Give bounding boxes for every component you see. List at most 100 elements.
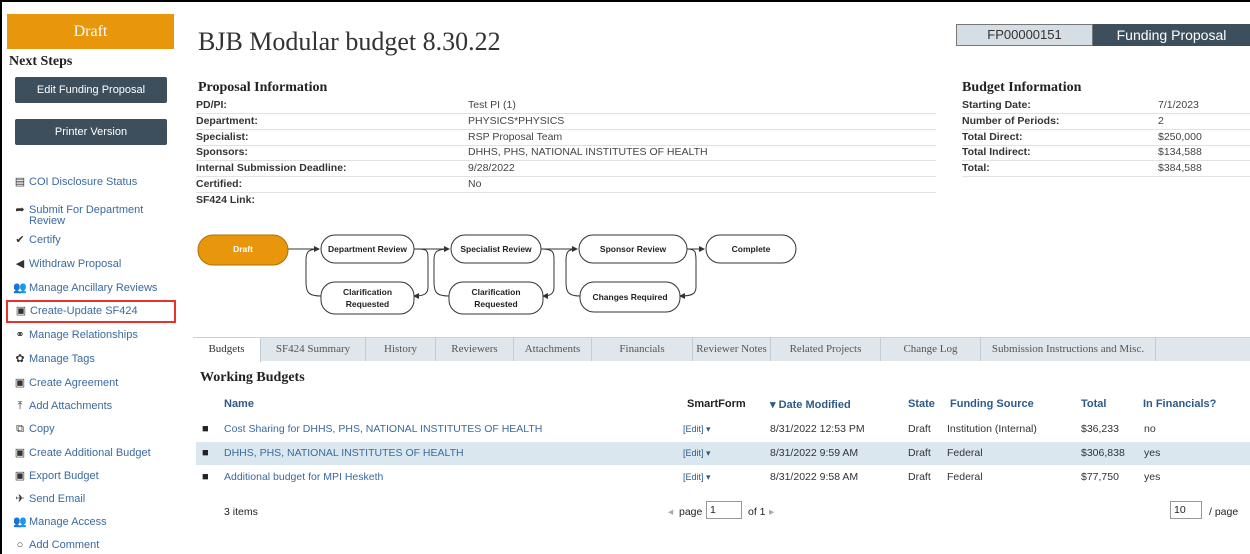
action-label: Add Attachments (29, 400, 113, 412)
action-label: Create Agreement (29, 377, 119, 389)
table-row: ■ DHHS, PHS, NATIONAL INSTITUTES OF HEALT… (196, 442, 1250, 465)
action-manage-tags[interactable]: ✿ Manage Tags (7, 354, 169, 365)
action-label: Submit For Department Review (29, 204, 144, 227)
action-label: Copy (29, 423, 55, 435)
tab-related-projects[interactable]: Related Projects (771, 338, 881, 361)
info-row: Starting Date: 7/1/2023 (962, 98, 1250, 114)
info-row: Certified: No (196, 177, 936, 193)
action-label: Create-Update SF424 (30, 305, 138, 317)
col-state[interactable]: State (908, 398, 935, 410)
action-add-comment[interactable]: ○ Add Comment (7, 540, 169, 551)
action-label: Manage Ancillary Reviews (29, 282, 158, 294)
tab-change-log[interactable]: Change Log (881, 338, 981, 361)
smartform-edit-dropdown[interactable]: [Edit] ▾ (683, 418, 711, 441)
folder-icon: ■ (202, 471, 209, 483)
info-row: Number of Periods: 2 (962, 114, 1250, 130)
tab-reviewer-notes[interactable]: Reviewer Notes (693, 338, 771, 361)
tab-financials[interactable]: Financials (592, 338, 693, 361)
in-financials: yes (1144, 447, 1161, 459)
tab-reviewers[interactable]: Reviewers (436, 338, 514, 361)
action-create-agreement[interactable]: ▣ Create Agreement (7, 378, 169, 389)
workflow-label-complete: Complete (732, 244, 771, 254)
tab-history[interactable]: History (366, 338, 436, 361)
printer-version-button[interactable]: Printer Version (15, 119, 167, 145)
action-label: Manage Access (29, 516, 107, 528)
send-icon: ✈ (15, 493, 25, 505)
page-input[interactable]: 1 (706, 501, 742, 519)
action-manage-ancillary-reviews[interactable]: 👥 Manage Ancillary Reviews (7, 283, 169, 294)
info-value: 7/1/2023 (1158, 99, 1199, 111)
info-key: Total: (962, 162, 990, 175)
tab-attachments[interactable]: Attachments (514, 338, 592, 361)
action-manage-relationships[interactable]: ⚭ Manage Relationships (7, 330, 169, 341)
workflow-label-specialist-review: Specialist Review (460, 244, 532, 254)
budget-name-link[interactable]: DHHS, PHS, NATIONAL INSTITUTES OF HEALTH (224, 442, 464, 465)
action-create-additional-budget[interactable]: ▣ Create Additional Budget (7, 448, 169, 459)
smartform-edit-dropdown[interactable]: [Edit] ▾ (683, 466, 711, 489)
page-of: of 1 (748, 506, 766, 518)
info-key: Starting Date: (962, 99, 1031, 111)
funding-source: Federal (947, 447, 983, 459)
col-name[interactable]: Name (224, 398, 254, 410)
action-label: Add Comment (29, 539, 100, 551)
budget-name-link[interactable]: Additional budget for MPI Hesketh (224, 466, 383, 489)
budget-name-link[interactable]: Cost Sharing for DHHS, PHS, NATIONAL INS… (224, 418, 542, 441)
action-create-update-sf424[interactable]: ▣ Create-Update SF424 (6, 300, 176, 323)
info-value: $250,000 (1158, 130, 1202, 143)
workflow-label-changes-required: Changes Required (592, 292, 667, 302)
action-label: Export Budget (29, 470, 99, 482)
arrow-forward-icon: ➦ (15, 204, 25, 216)
col-total[interactable]: Total (1081, 398, 1106, 410)
col-funding-source[interactable]: Funding Source (950, 398, 1034, 410)
page-title: BJB Modular budget 8.30.22 (198, 27, 501, 56)
budget-info-heading: Budget Information (962, 80, 1082, 95)
edit-funding-proposal-button[interactable]: Edit Funding Proposal (15, 77, 167, 103)
date-modified: 8/31/2022 12:53 PM (770, 423, 865, 435)
tab-sf424-summary[interactable]: SF424 Summary (261, 338, 366, 361)
project-id-badge: FP00000151 (956, 24, 1093, 46)
info-row: Department: PHYSICS*PHYSICS (196, 114, 936, 130)
tab-bar: Budgets SF424 Summary History Reviewers Atta… (193, 337, 1250, 362)
col-date-modified[interactable]: ▾ Date Modified (770, 398, 851, 411)
action-manage-access[interactable]: 👥 Manage Access (7, 517, 169, 528)
info-key: Internal Submission Deadline: (196, 162, 347, 175)
info-row: Total Direct: $250,000 (962, 130, 1250, 146)
info-key: Sponsors: (196, 146, 248, 159)
action-copy[interactable]: ⧉ Copy (7, 424, 169, 435)
action-withdraw-proposal[interactable]: ◀ Withdraw Proposal (7, 259, 169, 270)
info-value: 9/28/2022 (468, 162, 515, 175)
page-size-input[interactable]: 10 (1170, 501, 1202, 519)
upload-icon: ⤒ (17, 400, 23, 412)
date-modified: 8/31/2022 9:59 AM (770, 447, 859, 459)
action-label: Certify (29, 234, 61, 246)
info-row: Internal Submission Deadline: 9/28/2022 (196, 161, 936, 178)
info-value: RSP Proposal Team (468, 130, 563, 143)
action-coi-disclosure-status[interactable]: ▤ COI Disclosure Status (7, 177, 169, 188)
proposal-info-heading: Proposal Information (198, 80, 328, 95)
gear-icon: ✿ (15, 353, 25, 365)
action-send-email[interactable]: ✈ Send Email (7, 494, 169, 505)
total-cell: $306,838 (1081, 447, 1125, 459)
next-page-icon[interactable]: ▸ (769, 506, 774, 518)
workflow-diagram: Draft Department Review Specialist Revie… (197, 234, 797, 315)
action-certify[interactable]: ✔ Certify (7, 235, 169, 246)
table-row: ■ Additional budget for MPI Hesketh [Edit]… (196, 466, 1250, 489)
action-add-attachments[interactable]: ⤒ Add Attachments (7, 401, 169, 412)
info-key: Specialist: (196, 130, 249, 143)
funding-source: Institution (Internal) (947, 423, 1037, 435)
action-export-budget[interactable]: ▣ Export Budget (7, 471, 169, 482)
action-submit-for-department-review[interactable]: ➦ Submit For Department Review (7, 205, 169, 227)
info-key: Department: (196, 114, 258, 127)
prev-page-icon[interactable]: ◂ (668, 506, 673, 518)
workflow-label-sponsor-review: Sponsor Review (600, 244, 667, 254)
col-in-financials[interactable]: In Financials? (1143, 398, 1216, 410)
info-row: SF424 Link: (196, 193, 936, 209)
state-cell: Draft (908, 423, 931, 435)
total-cell: $36,233 (1081, 423, 1119, 435)
info-row: Specialist: RSP Proposal Team (196, 130, 936, 146)
form-icon: ▣ (15, 305, 27, 317)
info-value: PHYSICS*PHYSICS (468, 114, 565, 127)
tab-submission-instructions-and-misc-[interactable]: Submission Instructions and Misc. (981, 338, 1156, 361)
tab-budgets[interactable]: Budgets (193, 338, 261, 362)
smartform-edit-dropdown[interactable]: [Edit] ▾ (683, 442, 711, 465)
